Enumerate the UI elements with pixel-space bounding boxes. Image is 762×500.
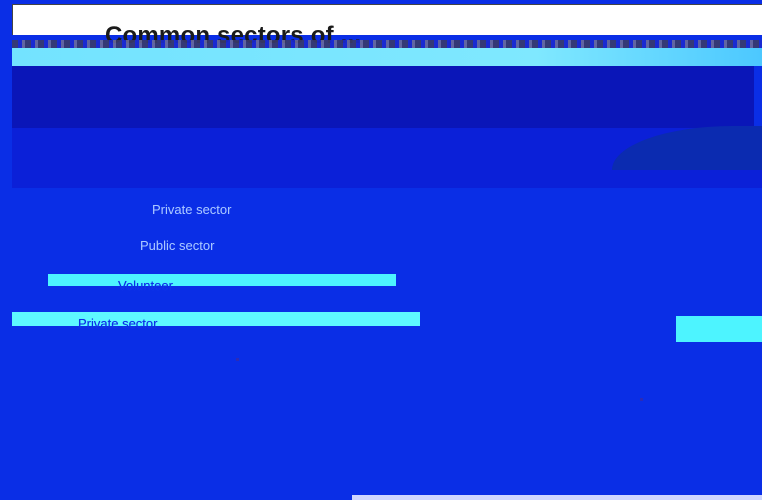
content-area [12,188,762,500]
sector-label: Private sector [78,316,158,331]
header-band [12,48,762,66]
sector-label: Volunteer [118,278,173,293]
dot [640,398,643,401]
dot [236,358,239,361]
bottom-strip [352,495,762,500]
right-band [676,316,762,342]
sector-label: Private sector [152,202,232,217]
sector-label: Public sector [140,238,215,253]
highlight-bar [12,312,420,326]
highlight-bar [48,274,396,286]
content-panel-top [12,66,754,128]
